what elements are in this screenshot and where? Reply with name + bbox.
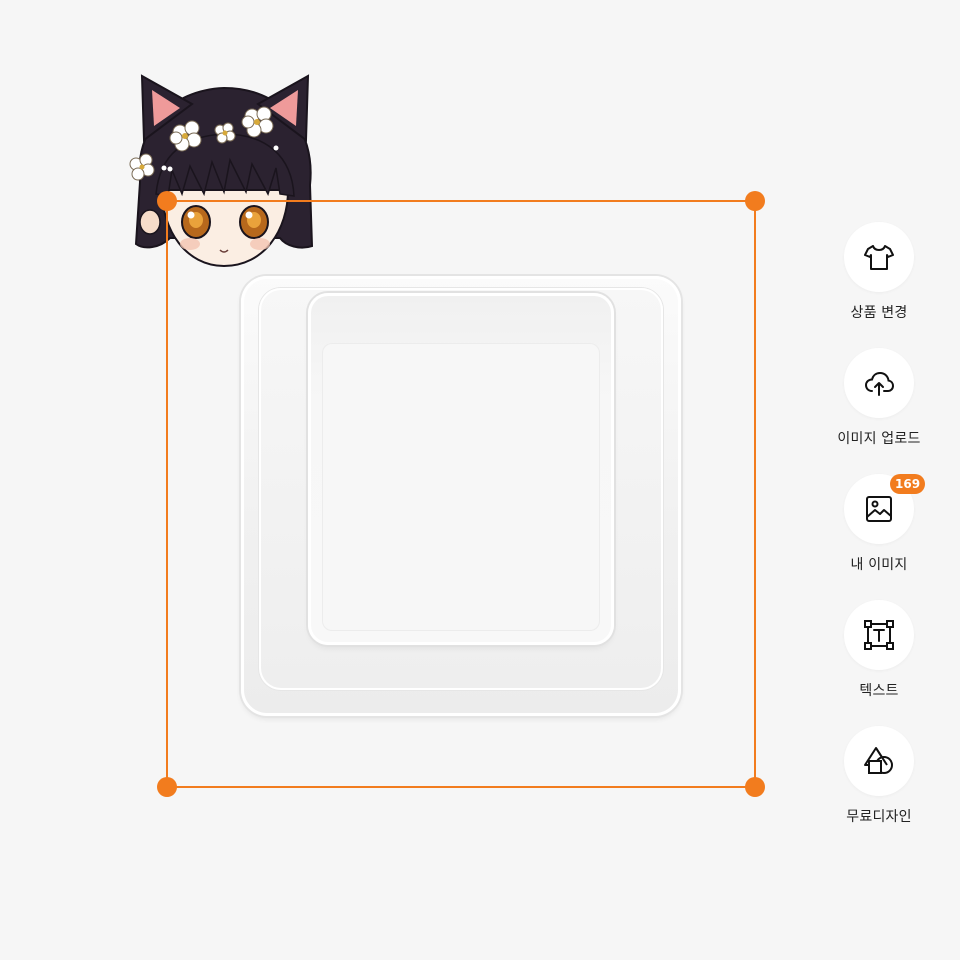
- my-images-label: 내 이미지: [850, 557, 908, 573]
- change-product-button[interactable]: 상품 변경: [830, 222, 930, 348]
- image-icon: [866, 496, 892, 522]
- resize-handle-bottom-left[interactable]: [157, 777, 177, 797]
- resize-handle-bottom-right[interactable]: [745, 777, 765, 797]
- free-design-button[interactable]: 무료디자인: [830, 726, 930, 852]
- design-canvas: 상품 변경 이미지 업로드 169 내 이미지 텍스트 무료디자인: [0, 0, 960, 960]
- shapes-icon: [864, 747, 893, 774]
- image-upload-label: 이미지 업로드: [837, 431, 921, 447]
- my-images-button[interactable]: 169 내 이미지: [830, 474, 930, 600]
- text-box-icon: [864, 620, 894, 650]
- cloud-upload-icon: [864, 371, 895, 396]
- free-design-label: 무료디자인: [846, 809, 912, 825]
- editor-toolbar: 상품 변경 이미지 업로드 169 내 이미지 텍스트 무료디자인: [830, 222, 930, 852]
- text-button[interactable]: 텍스트: [830, 600, 930, 726]
- change-product-icon-button[interactable]: [844, 222, 914, 292]
- free-design-icon-button[interactable]: [844, 726, 914, 796]
- text-icon-button[interactable]: [844, 600, 914, 670]
- text-label: 텍스트: [859, 683, 899, 699]
- my-images-count-badge: 169: [890, 474, 926, 494]
- resize-handle-top-left[interactable]: [157, 191, 177, 211]
- change-product-label: 상품 변경: [850, 305, 908, 321]
- tshirt-icon: [864, 245, 894, 270]
- image-upload-button[interactable]: 이미지 업로드: [830, 348, 930, 474]
- image-upload-icon-button[interactable]: [844, 348, 914, 418]
- resize-handle-top-right[interactable]: [745, 191, 765, 211]
- selection-box[interactable]: [157, 191, 765, 797]
